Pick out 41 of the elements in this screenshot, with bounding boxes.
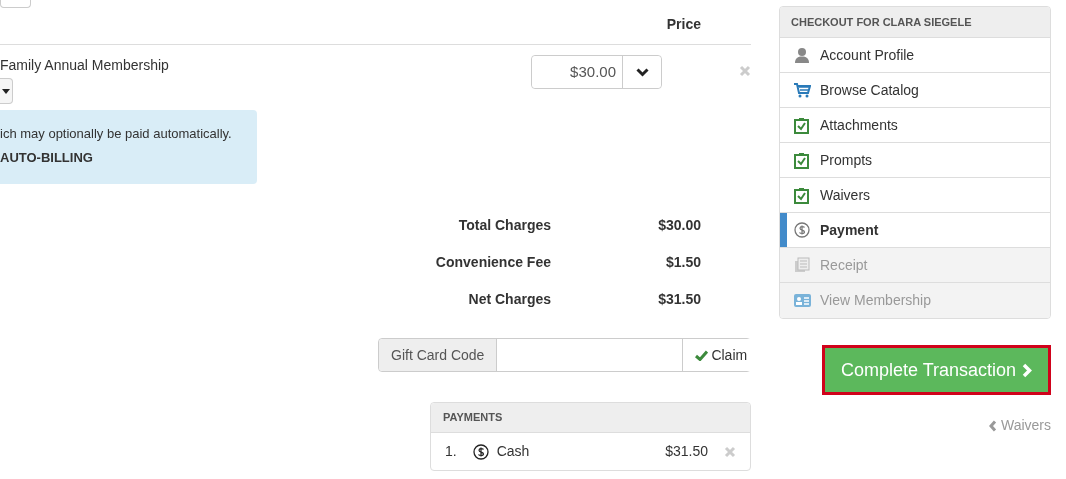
chevron-left-icon (988, 419, 997, 432)
total-value: $1.50 (664, 253, 701, 272)
payment-amount: $31.50 (665, 442, 708, 461)
remove-icon[interactable] (724, 445, 736, 458)
select-field[interactable] (0, 0, 31, 8)
notice-text: AUTO-BILLING (0, 148, 94, 167)
sidebar-item[interactable]: Browse Catalog (780, 73, 1050, 108)
clipboard-check-icon (794, 186, 809, 204)
id-card-icon (794, 294, 811, 307)
payment-number: 1. (445, 442, 457, 461)
dollar-icon (794, 222, 810, 238)
clipboard-check-icon (794, 151, 809, 169)
person-icon (794, 47, 810, 63)
total-value: $31.50 (657, 290, 701, 309)
remove-icon[interactable] (739, 65, 751, 78)
panel-title: CHECKOUT FOR CLARA SIEGELE (780, 7, 1050, 38)
column-header: Price (666, 15, 701, 34)
caret-icon (2, 88, 10, 94)
total-label: Convenience Fee (434, 253, 551, 272)
chevron-down-icon (635, 68, 649, 78)
input-addon: Gift Card Code (379, 339, 498, 371)
dropdown-button[interactable] (622, 56, 661, 88)
receipt-icon (794, 257, 810, 273)
price-field[interactable]: $30.00 (531, 55, 662, 89)
check-icon (695, 349, 709, 361)
sidebar-item[interactable]: Account Profile (780, 38, 1050, 73)
dollar-icon (472, 443, 489, 460)
total-label: Total Charges (457, 216, 551, 235)
total-value: $30.00 (657, 216, 701, 235)
dropdown-button[interactable] (0, 78, 13, 104)
total-label: Net Charges (467, 290, 551, 309)
cart-icon (794, 82, 811, 98)
clipboard-check-icon (794, 116, 809, 134)
sidebar-item[interactable]: Prompts (780, 143, 1050, 178)
chevron-right-icon (1022, 362, 1033, 378)
sidebar-item[interactable]: Attachments (780, 108, 1050, 143)
item-name: Family Annual Membership (0, 56, 169, 75)
notice-text: ich may optionally be paid automatically. (0, 125, 233, 143)
panel-title: PAYMENTS (431, 403, 750, 433)
payment-method: Cash (496, 442, 531, 461)
sidebar-item[interactable]: Waivers (780, 178, 1050, 213)
